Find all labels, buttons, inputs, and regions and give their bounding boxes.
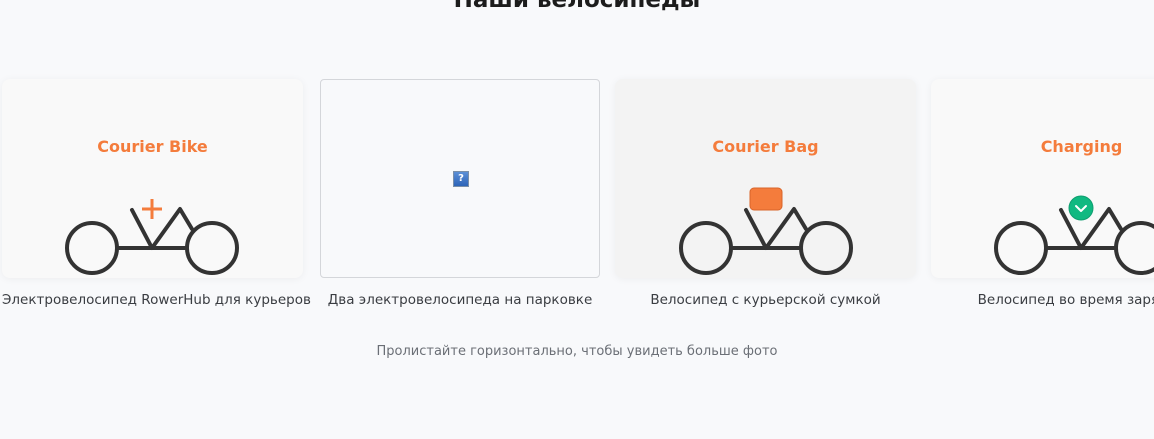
broken-image-icon: ?	[453, 171, 469, 187]
scroll-hint: Пролистайте горизонтально, чтобы увидеть…	[376, 344, 778, 359]
photo-gallery[interactable]: Courier Bike Электровелосипед RowerHub д…	[0, 0, 1154, 330]
slide-caption: Велосипед во время зарядки	[977, 292, 1154, 308]
slide-caption: Велосипед с курьерской сумкой	[650, 292, 881, 308]
bag-icon	[749, 187, 783, 211]
photo-card[interactable]: ?	[320, 79, 600, 278]
bike-illustration	[679, 187, 853, 275]
bike-illustration	[65, 199, 239, 275]
slide-caption: Электровелосипед RowerHub для курьеров	[2, 292, 311, 308]
photo-card[interactable]: Courier Bike	[2, 79, 303, 278]
photo-card[interactable]: Charging	[931, 79, 1154, 278]
bike-illustration	[994, 195, 1154, 275]
gallery-slide-courier-bike[interactable]: Courier Bike Электровелосипед RowerHub д…	[2, 0, 311, 320]
gallery-slide-courier-bag[interactable]: Courier Bag Велосипед с курьерской сумко…	[615, 0, 916, 320]
charging-check-icon	[1068, 195, 1094, 221]
bikes-section: Наши велосипеды Courier Bike Электровело…	[0, 0, 1154, 439]
plus-icon	[142, 199, 162, 219]
gallery-slide-charging[interactable]: Charging Велосипед во время зарядки	[931, 0, 1154, 320]
bike-icon	[679, 207, 853, 275]
gallery-slide-parking[interactable]: ? Два электровелосипеда на парковке	[320, 0, 600, 320]
slide-caption: Два электровелосипеда на парковке	[327, 292, 593, 308]
photo-card[interactable]: Courier Bag	[615, 79, 916, 278]
